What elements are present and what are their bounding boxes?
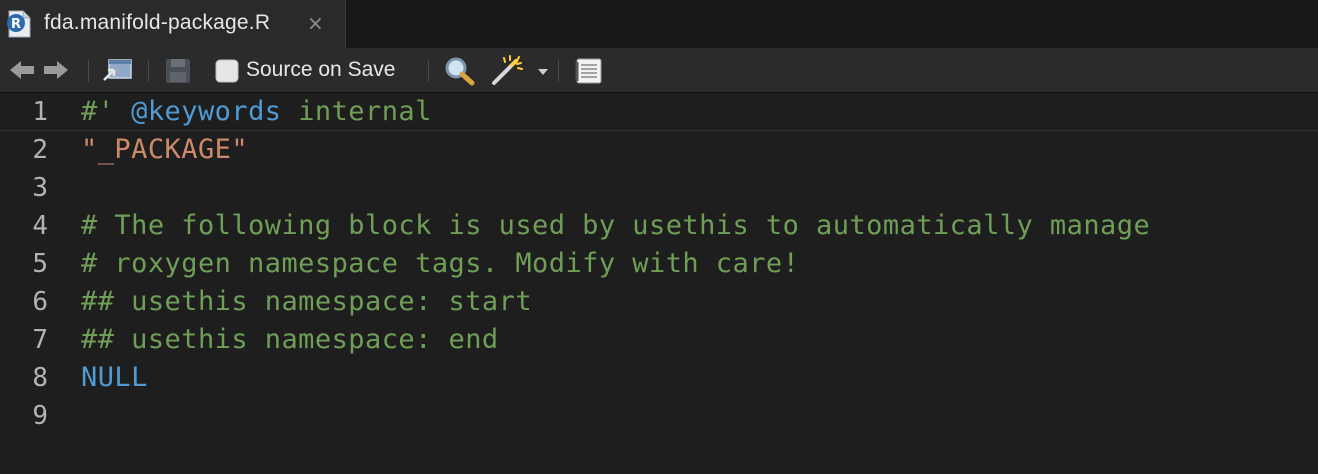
editor-tab-bar: R fda.manifold-package.R × [0,0,1318,48]
code-line: 5 # roxygen namespace tags. Modify with … [0,245,1318,283]
code-token: ## usethis namespace: start [81,286,533,317]
code-token: # The following block is used by usethis… [81,210,1151,241]
dropdown-caret-icon[interactable] [537,68,549,76]
close-tab-icon[interactable]: × [307,11,324,35]
file-tab[interactable]: R fda.manifold-package.R × [0,0,346,48]
code-line: 4 # The following block is used by useth… [0,207,1318,245]
code-text[interactable]: #' @keywords internal [81,93,432,131]
code-text[interactable]: NULL [81,359,148,397]
source-on-save-checkbox[interactable] [215,59,239,83]
toolbar-separator [148,60,149,82]
code-line: 1 #' @keywords internal [0,93,1318,131]
svg-text:R: R [11,17,21,32]
code-token: internal [281,96,432,127]
code-token: NULL [81,362,148,393]
magic-wand-icon[interactable] [490,54,526,86]
forward-arrow-icon[interactable] [42,58,70,82]
file-tab-title: fda.manifold-package.R [44,11,271,34]
code-text[interactable]: ## usethis namespace: start [81,283,532,321]
code-line: 7 ## usethis namespace: end [0,321,1318,359]
back-arrow-icon[interactable] [8,58,36,82]
toolbar-separator [558,60,559,82]
line-number: 9 [32,401,48,431]
line-number: 2 [32,135,48,165]
code-line: 3 [0,169,1318,207]
code-token: # roxygen namespace tags. Modify with ca… [81,248,800,279]
code-line: 9 [0,397,1318,435]
code-line: 8 NULL [0,359,1318,397]
source-on-save-label[interactable]: Source on Save [246,58,395,82]
line-number: 3 [32,173,48,203]
code-line: 6 ## usethis namespace: start [0,283,1318,321]
code-text[interactable]: ## usethis namespace: end [81,321,499,359]
line-number: 5 [32,249,48,279]
r-file-icon: R [7,10,31,38]
toolbar-separator [428,60,429,82]
code-token: "_PACKAGE" [81,134,249,165]
search-icon[interactable] [444,56,476,86]
editor-toolbar: Source on Save [0,48,1318,93]
compile-report-icon[interactable] [574,57,604,85]
code-token: @keywords [131,96,282,127]
save-icon[interactable] [165,58,191,84]
toolbar-separator [88,60,89,82]
line-number: 4 [32,211,48,241]
show-in-window-icon[interactable] [101,57,133,83]
code-line: 2 "_PACKAGE" [0,131,1318,169]
code-text[interactable]: # The following block is used by usethis… [81,207,1150,245]
code-token: ## usethis namespace: end [81,324,499,355]
code-token: #' [81,96,132,127]
code-text[interactable]: "_PACKAGE" [81,131,248,169]
code-editor[interactable]: 1 #' @keywords internal 2 "_PACKAGE" 3 4… [0,93,1318,474]
line-number: 7 [32,325,48,355]
line-number: 1 [32,97,48,127]
line-number: 6 [32,287,48,317]
code-text[interactable]: # roxygen namespace tags. Modify with ca… [81,245,799,283]
line-number: 8 [32,363,48,393]
